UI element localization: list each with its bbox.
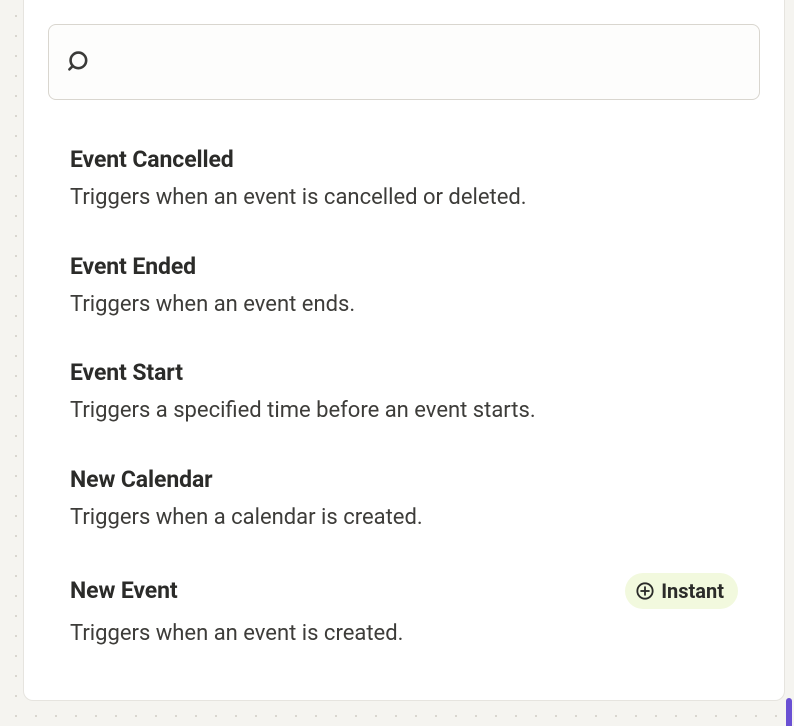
instant-icon: [635, 581, 655, 601]
trigger-item-header: Event Start: [70, 359, 738, 386]
trigger-description: Triggers when a calendar is created.: [70, 503, 738, 533]
trigger-title: Event Start: [70, 359, 183, 386]
trigger-description: Triggers when an event is created.: [70, 619, 738, 649]
trigger-title: Event Ended: [70, 253, 196, 280]
search-input[interactable]: [107, 49, 741, 75]
trigger-title: Event Cancelled: [70, 146, 234, 173]
trigger-item-event-ended[interactable]: Event Ended Triggers when an event ends.: [70, 253, 738, 320]
trigger-description: Triggers a specified time before an even…: [70, 396, 738, 426]
instant-badge-label: Instant: [661, 579, 724, 603]
instant-badge: Instant: [625, 573, 738, 609]
trigger-description: Triggers when an event is cancelled or d…: [70, 183, 738, 213]
trigger-item-event-start[interactable]: Event Start Triggers a specified time be…: [70, 359, 738, 426]
accent-bar: [786, 698, 792, 726]
trigger-title: New Event: [70, 577, 178, 604]
trigger-item-header: New Calendar: [70, 466, 738, 493]
search-icon: [67, 49, 93, 75]
trigger-list: Event Cancelled Triggers when an event i…: [48, 146, 760, 648]
trigger-panel: Event Cancelled Triggers when an event i…: [23, 0, 785, 701]
trigger-item-header: Event Ended: [70, 253, 738, 280]
trigger-item-header: Event Cancelled: [70, 146, 738, 173]
search-box[interactable]: [48, 24, 760, 100]
trigger-item-header: New Event Instant: [70, 573, 738, 609]
trigger-description: Triggers when an event ends.: [70, 290, 738, 320]
trigger-item-new-calendar[interactable]: New Calendar Triggers when a calendar is…: [70, 466, 738, 533]
trigger-title: New Calendar: [70, 466, 213, 493]
trigger-item-event-cancelled[interactable]: Event Cancelled Triggers when an event i…: [70, 146, 738, 213]
trigger-item-new-event[interactable]: New Event Instant Triggers when an event…: [70, 573, 738, 649]
